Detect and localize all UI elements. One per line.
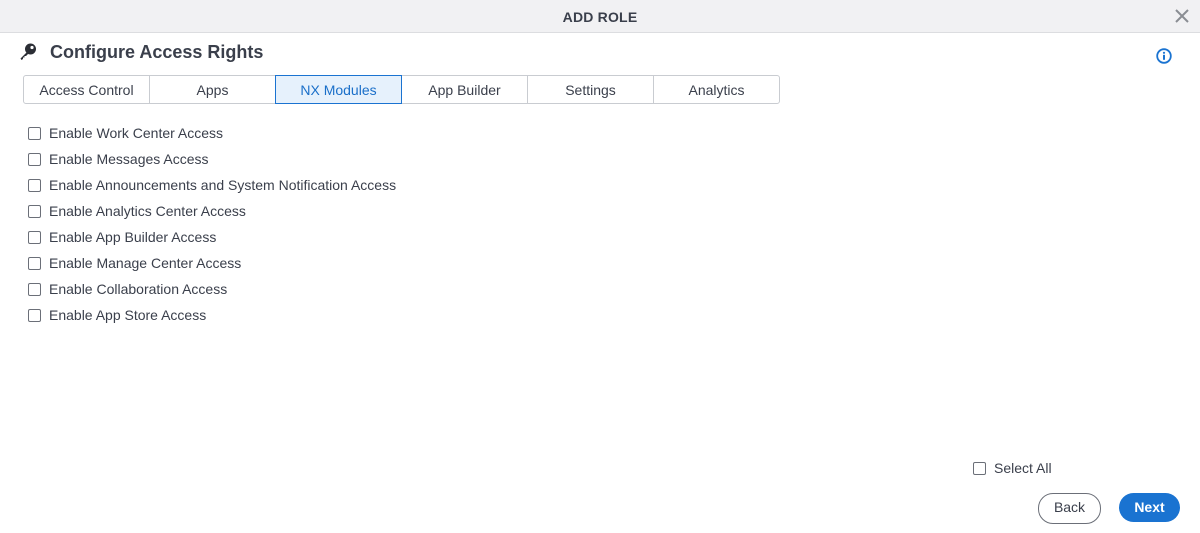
checkbox-announcements[interactable] — [28, 178, 41, 192]
select-all-label: Select All — [994, 460, 1052, 476]
key-icon — [20, 43, 36, 60]
next-button[interactable]: Next — [1119, 493, 1180, 522]
checkbox-manage-center[interactable] — [28, 256, 41, 270]
option-label: Enable Messages Access — [49, 151, 209, 167]
select-all[interactable]: Select All — [973, 460, 1052, 476]
option-label: Enable Collaboration Access — [49, 281, 228, 297]
tab-apps[interactable]: Apps — [149, 75, 276, 104]
option-label: Enable App Store Access — [49, 307, 207, 323]
option-work-center[interactable]: Enable Work Center Access — [28, 120, 396, 146]
checkbox-collaboration[interactable] — [28, 282, 41, 296]
tab-app-builder[interactable]: App Builder — [401, 75, 528, 104]
tab-analytics[interactable]: Analytics — [653, 75, 780, 104]
close-icon[interactable] — [1172, 6, 1192, 26]
option-app-store[interactable]: Enable App Store Access — [28, 302, 396, 328]
checkbox-work-center[interactable] — [28, 126, 41, 140]
checkbox-app-builder[interactable] — [28, 230, 41, 244]
option-label: Enable Analytics Center Access — [49, 203, 246, 219]
back-button[interactable]: Back — [1038, 493, 1101, 524]
checkbox-messages[interactable] — [28, 152, 41, 166]
tab-access-control[interactable]: Access Control — [23, 75, 150, 104]
module-access-list: Enable Work Center Access Enable Message… — [28, 120, 396, 328]
option-label: Enable Announcements and System Notifica… — [49, 177, 397, 193]
option-messages[interactable]: Enable Messages Access — [28, 146, 396, 172]
option-manage-center[interactable]: Enable Manage Center Access — [28, 250, 396, 276]
option-announcements[interactable]: Enable Announcements and System Notifica… — [28, 172, 396, 198]
option-collaboration[interactable]: Enable Collaboration Access — [28, 276, 396, 302]
info-icon[interactable] — [1156, 48, 1172, 64]
option-label: Enable Manage Center Access — [49, 255, 242, 271]
checkbox-app-store[interactable] — [28, 308, 41, 322]
select-all-checkbox[interactable] — [973, 461, 986, 475]
option-label: Enable Work Center Access — [49, 125, 224, 141]
tab-nx-modules[interactable]: NX Modules — [275, 75, 402, 104]
section-heading: Configure Access Rights — [18, 40, 263, 64]
dialog-title: ADD ROLE — [562, 9, 638, 25]
tab-bar: Access Control Apps NX Modules App Build… — [23, 75, 780, 104]
option-analytics-center[interactable]: Enable Analytics Center Access — [28, 198, 396, 224]
checkbox-analytics-center[interactable] — [28, 204, 41, 218]
dialog-titlebar: ADD ROLE — [0, 0, 1200, 33]
page-title: Configure Access Rights — [50, 41, 264, 62]
option-label: Enable App Builder Access — [49, 229, 217, 245]
option-app-builder[interactable]: Enable App Builder Access — [28, 224, 396, 250]
tab-settings[interactable]: Settings — [527, 75, 654, 104]
